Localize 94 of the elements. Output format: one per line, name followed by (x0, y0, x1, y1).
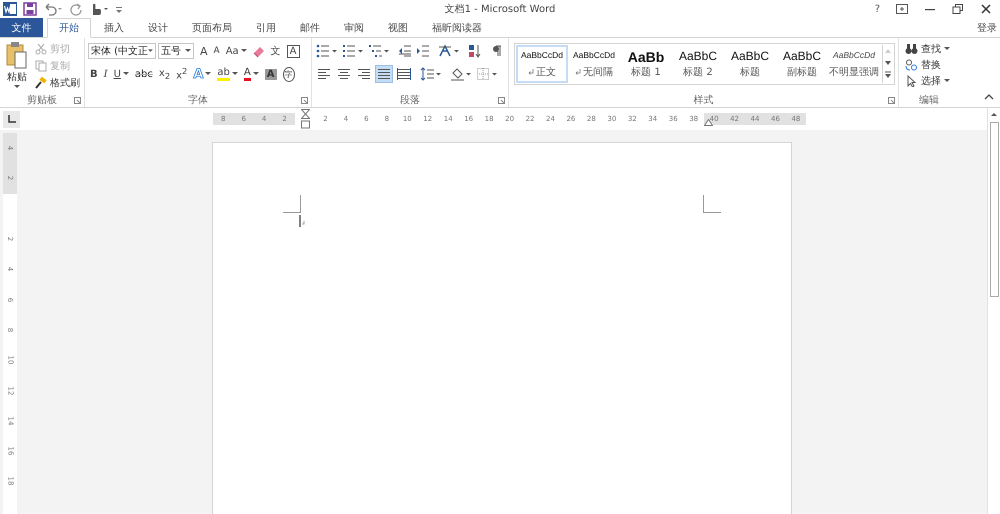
tab-stop-icon (8, 115, 16, 123)
font-tool-button[interactable]: A (212, 43, 222, 59)
font-tool-button[interactable]: I (102, 66, 110, 82)
style-item[interactable]: AaBbCcDd 正文 (516, 45, 568, 83)
paragraph-marks-icon[interactable] (490, 44, 502, 58)
dialog-launcher-icon[interactable] (301, 97, 308, 104)
sort-icon[interactable] (468, 44, 482, 58)
group-label: 字体 (188, 94, 208, 107)
sign-in-link[interactable]: 登录 (977, 18, 1000, 37)
ribbon-tab[interactable]: 页面布局 (181, 18, 243, 37)
ribbon-tab[interactable]: 文件 (0, 18, 43, 37)
ribbon-tab[interactable]: 视图 (377, 18, 419, 37)
ribbon-tab[interactable]: 引用 (245, 18, 287, 37)
increase-indent-icon[interactable] (416, 44, 430, 58)
ribbon-tab[interactable]: 插入 (93, 18, 135, 37)
redo-icon[interactable] (69, 2, 83, 16)
font-tool-button[interactable]: A (191, 66, 214, 82)
editing-button[interactable]: 替换 (905, 57, 956, 72)
crop-mark-icon (283, 195, 301, 213)
replace-icon (905, 58, 918, 70)
align-icon (377, 68, 391, 80)
paint-bucket-icon[interactable] (450, 67, 472, 81)
help-button[interactable]: ? (874, 4, 880, 14)
font-tool-button[interactable]: A (242, 66, 261, 82)
style-item[interactable]: AaBbC 标题 (724, 45, 776, 83)
font-tool-button[interactable]: A (262, 66, 278, 82)
scissors-icon (35, 42, 47, 54)
scroll-thumb[interactable] (990, 122, 998, 297)
ribbon-tab[interactable]: 开始 (47, 18, 91, 38)
align-icon (397, 68, 411, 80)
line-spacing-icon[interactable] (420, 67, 442, 81)
font-tool-button[interactable]: 字 (280, 66, 296, 82)
ribbon-tab[interactable]: 审阅 (333, 18, 375, 37)
ribbon-tab[interactable]: 设计 (137, 18, 179, 37)
align-icon (337, 68, 351, 80)
font-tool-button[interactable]: A (284, 43, 302, 59)
style-item[interactable]: AaBbCcDd 无间隔 (568, 45, 620, 83)
group-label: 样式 (694, 94, 714, 107)
multilevel-list-icon[interactable] (368, 44, 390, 58)
caret-icon (14, 85, 20, 89)
align-icon (357, 68, 371, 80)
group-label: 剪贴板 (27, 94, 57, 107)
paintbrush-icon (35, 76, 47, 88)
group-label: 段落 (400, 94, 420, 107)
collapse-ribbon-icon[interactable] (984, 93, 994, 101)
restore-icon[interactable] (952, 4, 964, 14)
ribbon-tab[interactable]: 福昕阅读器 (421, 18, 493, 37)
dialog-launcher-icon[interactable] (498, 97, 505, 104)
save-icon[interactable] (23, 2, 37, 16)
font-tool-button[interactable]: B (88, 66, 100, 82)
style-item[interactable]: AaBb 标题 1 (620, 45, 672, 83)
font-tool-button[interactable]: U (112, 66, 131, 82)
font-tool-button[interactable]: ab (215, 66, 240, 82)
numbering-icon[interactable] (342, 44, 364, 58)
copy-icon (35, 60, 47, 72)
paste-button[interactable]: 粘贴 (3, 41, 31, 93)
align-button[interactable] (395, 65, 413, 83)
chinese-layout-icon[interactable] (438, 44, 460, 58)
binoculars-icon (905, 42, 918, 54)
align-icon (317, 68, 331, 80)
style-item[interactable]: AaBbCcDd 不明显强调 (828, 45, 880, 83)
font-tool-button[interactable]: x$^{2}$ (174, 66, 190, 82)
tab-selector-button[interactable] (3, 110, 20, 128)
indent-marker-icon[interactable] (300, 109, 310, 129)
caret-icon (148, 49, 153, 53)
editing-button[interactable]: 查找 (905, 41, 956, 56)
pointer-icon (905, 74, 918, 86)
align-button[interactable] (375, 65, 393, 83)
font-tool-button[interactable]: x$_{2}$ (156, 66, 172, 82)
ribbon-display-icon[interactable] (896, 4, 908, 14)
text-cursor-icon (299, 215, 305, 227)
font-name-field[interactable]: 宋体 (中文正 (88, 43, 156, 59)
font-tool-button[interactable]: Aa (224, 43, 249, 59)
style-item[interactable]: AaBbC 副标题 (776, 45, 828, 83)
decrease-indent-icon[interactable] (398, 44, 412, 58)
close-icon[interactable] (980, 4, 992, 14)
group-label: 编辑 (919, 94, 939, 107)
editing-button[interactable]: 选择 (905, 73, 956, 88)
caret-icon (185, 49, 191, 53)
clipboard-button[interactable]: 格式刷 (35, 75, 80, 90)
clipboard-icon (6, 41, 28, 69)
bullets-icon[interactable] (316, 44, 338, 58)
style-item[interactable]: AaBbC 标题 2 (672, 45, 724, 83)
font-size-field[interactable]: 五号 (158, 43, 194, 59)
undo-icon[interactable] (43, 2, 63, 16)
ribbon-tab[interactable]: 邮件 (289, 18, 331, 37)
dialog-launcher-icon[interactable] (74, 97, 81, 104)
font-tool-button[interactable]: 文 (268, 43, 283, 59)
font-tool-button[interactable]: A (198, 43, 210, 59)
dialog-launcher-icon[interactable] (888, 97, 895, 104)
eraser-icon[interactable] (252, 44, 266, 58)
window-title: 文档1 - Microsoft Word (444, 2, 556, 16)
vertical-scrollbar[interactable] (987, 108, 1000, 514)
crop-mark-icon (703, 195, 721, 213)
